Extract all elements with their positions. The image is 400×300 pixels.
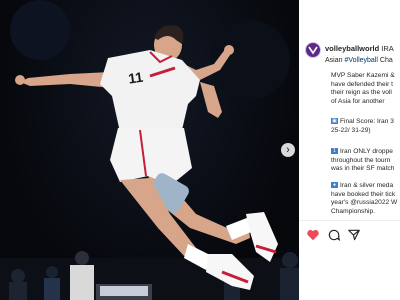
caption-block-2: ▣ Final Score: Iran 3 25-22/ 31-29) [331, 118, 394, 134]
instagram-post-modal: 11 › volleyballworld IRA Asian #Volleyba… [0, 0, 400, 300]
username-link[interactable]: volleyballworld [325, 44, 379, 53]
caption-pane: volleyballworld IRA Asian #Volleyball Ch… [299, 0, 400, 300]
next-arrow-icon[interactable]: › [281, 143, 295, 157]
avatar[interactable] [305, 42, 321, 58]
caption-block-1: MVP Saber Kazemi & have defended their t… [331, 72, 395, 105]
post-photo: 11 › [0, 0, 299, 300]
actions-divider [299, 220, 400, 221]
number-one-icon: 1 [331, 148, 338, 155]
hashtag-volleyball[interactable]: #Volleyball [344, 57, 377, 64]
medal-icon: ● [331, 182, 338, 189]
caption-subline: Asian #Volleyball Cha [325, 57, 393, 64]
share-icon[interactable] [347, 228, 361, 242]
scoreboard-icon: ▣ [331, 118, 338, 125]
jersey-number: 11 [127, 69, 144, 87]
volleyballworld-logo-icon [308, 46, 318, 55]
heart-icon[interactable] [306, 228, 320, 242]
post-header: volleyballworld IRA [305, 42, 400, 58]
caption-title-start: IRA [381, 44, 394, 53]
comment-icon[interactable] [327, 228, 341, 242]
caption-block-3: 1 Iran ONLY droppe throughout the tourn w… [331, 148, 395, 173]
caption-block-4: ● Iran & silver meda have booked their ti… [331, 182, 398, 215]
volleyball-player-image: 11 [0, 0, 299, 300]
post-actions [306, 228, 386, 242]
